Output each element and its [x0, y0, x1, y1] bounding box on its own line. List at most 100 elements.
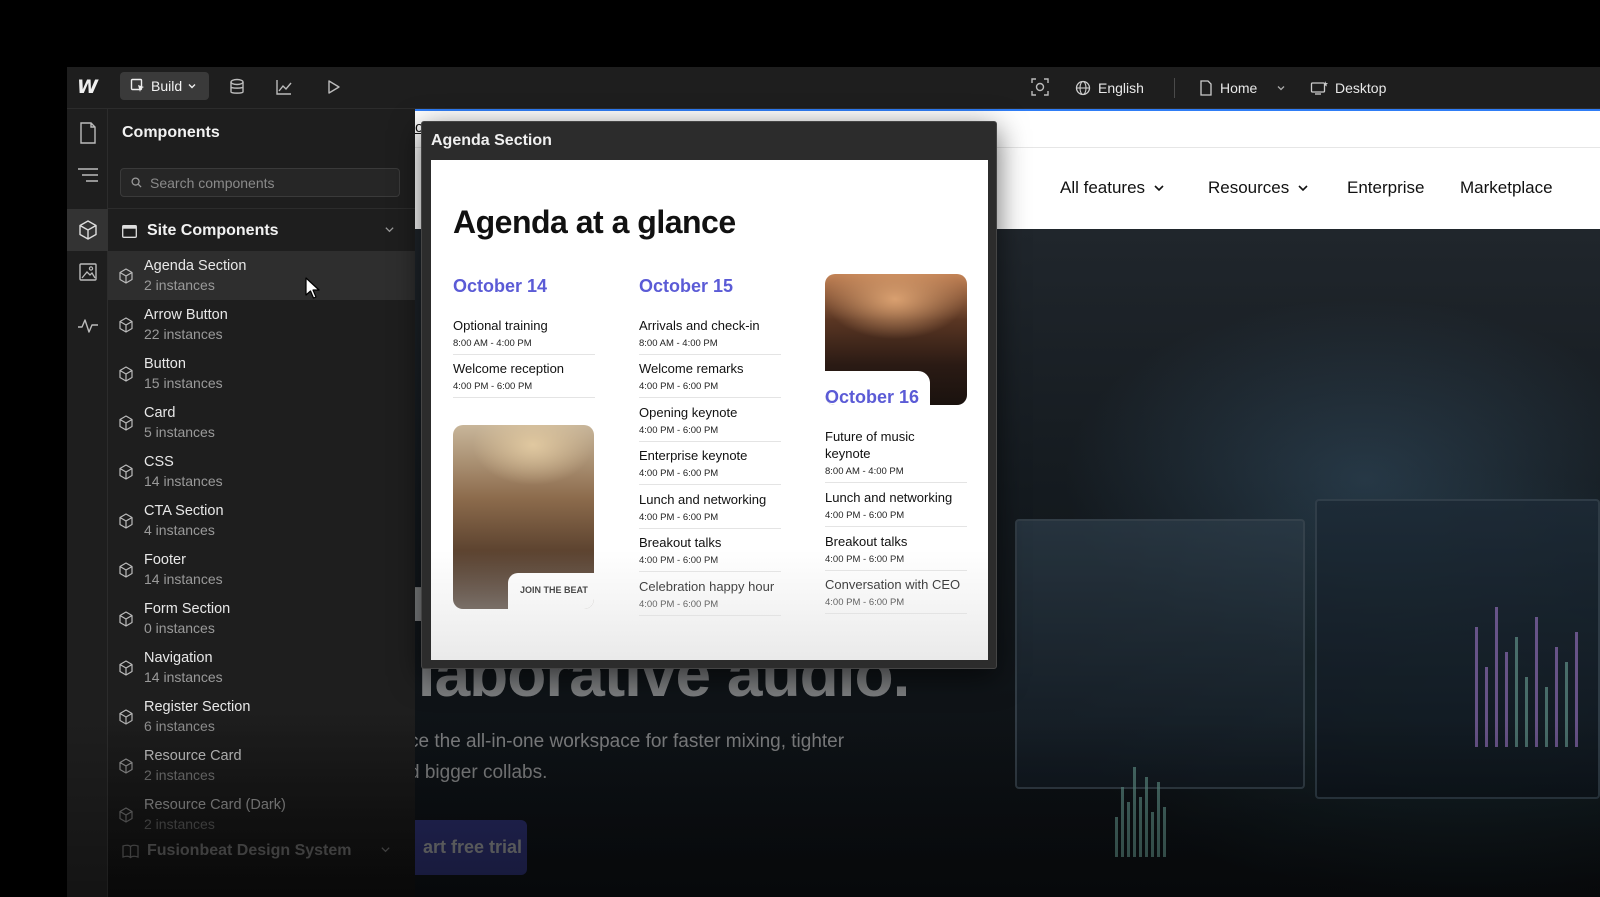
component-item-button[interactable]: Button 15 instances [108, 349, 415, 398]
page-label: Home [1220, 80, 1258, 96]
components-rail-button[interactable] [67, 209, 108, 251]
component-name: Resource Card (Dark) [144, 797, 286, 813]
components-panel: Components Site Components Agenda Sectio… [108, 109, 415, 897]
search-input[interactable] [150, 174, 380, 191]
event-title: Conversation with CEO [825, 577, 961, 592]
component-item-resource-card[interactable]: Resource Card 2 instances [108, 741, 415, 790]
photo-tag: JOIN THE BEAT [508, 573, 594, 609]
agenda-event: Conversation with CEO 4:00 PM - 6:00 PM [825, 576, 967, 614]
library-section-header[interactable]: Fusionbeat Design System [122, 842, 390, 860]
desktop-icon [1310, 81, 1328, 95]
component-item-footer[interactable]: Footer 14 instances [108, 545, 415, 594]
component-icon [119, 365, 133, 382]
build-label: Build [151, 78, 183, 94]
preview-title: Agenda Section [431, 132, 552, 149]
navigator-rail-button[interactable] [67, 155, 108, 195]
event-title: Enterprise keynote [639, 448, 748, 463]
event-title: Optional training [453, 318, 548, 333]
agenda-event: Enterprise keynote 4:00 PM - 6:00 PM [639, 447, 781, 485]
component-icon [119, 316, 133, 333]
component-item-form-section[interactable]: Form Section 0 instances [108, 594, 415, 643]
assets-rail-button[interactable] [67, 252, 108, 292]
chevron-down-icon [1298, 185, 1308, 192]
panel-divider [108, 208, 415, 209]
component-item-arrow-button[interactable]: Arrow Button 22 instances [108, 300, 415, 349]
event-title: Lunch and networking [825, 490, 953, 505]
start-free-trial-button[interactable]: art free trial [415, 820, 527, 875]
agenda-event: Future of music keynote 8:00 AM - 4:00 PM [825, 428, 967, 483]
language-selector[interactable]: English [1075, 67, 1144, 109]
component-name: Arrow Button [144, 307, 228, 323]
left-icon-rail [67, 109, 108, 897]
event-title: Breakout talks [825, 534, 908, 549]
database-icon[interactable] [227, 77, 247, 97]
component-icon [119, 512, 133, 529]
component-name: Navigation [144, 650, 213, 666]
book-icon [122, 844, 139, 858]
pages-rail-button[interactable] [67, 113, 108, 153]
navigator-icon [77, 168, 98, 182]
nav-all-features[interactable]: All features [1060, 178, 1165, 198]
component-item-register-section[interactable]: Register Section 6 instances [108, 692, 415, 741]
component-item-card[interactable]: Card 5 instances [108, 398, 415, 447]
play-icon[interactable] [323, 77, 343, 97]
nav-label: Resources [1208, 178, 1290, 197]
site-components-section-header[interactable]: Site Components [108, 213, 415, 249]
component-item-agenda-section[interactable]: Agenda Section 2 instances [108, 251, 415, 300]
component-instance-count: 14 instances [144, 669, 223, 685]
component-item-css[interactable]: CSS 14 instances [108, 447, 415, 496]
component-name: CTA Section [144, 503, 224, 519]
webflow-logo[interactable]: W [77, 76, 98, 98]
component-name: Footer [144, 552, 186, 568]
component-instance-count: 6 instances [144, 718, 215, 734]
agenda-event: Optional training 8:00 AM - 4:00 PM [453, 317, 595, 355]
agenda-heading: Agenda at a glance [453, 204, 736, 240]
component-name: Button [144, 356, 186, 372]
panel-title: Components [122, 124, 220, 141]
agenda-event: Lunch and networking 4:00 PM - 6:00 PM [825, 489, 967, 527]
chevron-down-icon [1154, 185, 1164, 192]
agenda-event: Welcome remarks 4:00 PM - 6:00 PM [639, 360, 781, 398]
agenda-event: Welcome reception 4:00 PM - 6:00 PM [453, 360, 595, 398]
event-time: 4:00 PM - 6:00 PM [825, 597, 905, 608]
breakpoint-label: Desktop [1335, 80, 1387, 96]
event-time: 8:00 AM - 4:00 PM [825, 466, 904, 477]
screenshot-icon[interactable] [1030, 77, 1050, 97]
page-selector[interactable]: Home [1199, 67, 1286, 109]
event-time: 4:00 PM - 6:00 PM [639, 599, 719, 610]
analytics-icon[interactable] [274, 77, 294, 97]
library-title: Fusionbeat Design System [147, 842, 352, 859]
language-label: English [1098, 80, 1144, 96]
event-title: Welcome remarks [639, 361, 744, 376]
component-instance-count: 14 instances [144, 473, 223, 489]
nav-enterprise[interactable]: Enterprise [1347, 178, 1424, 198]
event-time: 4:00 PM - 6:00 PM [639, 381, 719, 392]
event-time: 4:00 PM - 6:00 PM [639, 425, 719, 436]
event-title: Breakout talks [639, 535, 722, 550]
breakpoint-selector[interactable]: Desktop [1310, 67, 1386, 109]
component-icon [119, 463, 133, 480]
crowd-photo [825, 274, 967, 405]
component-instance-count: 2 instances [144, 816, 215, 832]
agenda-event: Breakout talks 4:00 PM - 6:00 PM [639, 534, 781, 572]
nav-label: All features [1060, 178, 1146, 197]
component-icon [119, 561, 133, 578]
mouse-cursor-icon [305, 277, 320, 299]
chevron-down-icon [381, 847, 390, 853]
window-icon [122, 224, 137, 238]
component-instance-count: 2 instances [144, 767, 215, 783]
component-item-resource-card-dark[interactable]: Resource Card (Dark) 2 instances [108, 790, 415, 839]
activity-rail-button[interactable] [67, 306, 108, 346]
event-time: 4:00 PM - 6:00 PM [639, 555, 719, 566]
pages-icon [79, 122, 96, 144]
nav-resources[interactable]: Resources [1208, 178, 1309, 198]
component-item-cta-section[interactable]: CTA Section 4 instances [108, 496, 415, 545]
search-components-field[interactable] [120, 168, 400, 197]
component-name: Agenda Section [144, 258, 247, 274]
nav-marketplace[interactable]: Marketplace [1460, 178, 1553, 198]
event-time: 4:00 PM - 6:00 PM [639, 468, 719, 479]
component-item-navigation[interactable]: Navigation 14 instances [108, 643, 415, 692]
build-mode-button[interactable]: Build [120, 72, 209, 100]
component-icon [119, 610, 133, 627]
agenda-event: Breakout talks 4:00 PM - 6:00 PM [825, 533, 967, 571]
